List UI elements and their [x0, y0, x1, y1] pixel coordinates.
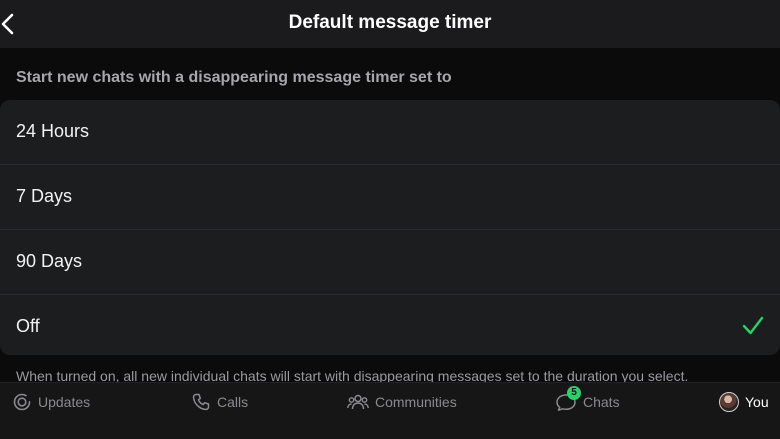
updates-icon: [13, 393, 31, 411]
tab-chats[interactable]: 5 Chats: [555, 386, 620, 413]
page-title: Default message timer: [288, 12, 492, 33]
section-label: Start new chats with a disappearing mess…: [16, 69, 452, 86]
option-90-days[interactable]: 90 Days: [0, 230, 780, 295]
option-7-days[interactable]: 7 Days: [0, 165, 780, 230]
phone-icon: [192, 393, 210, 411]
tab-you[interactable]: You: [719, 391, 769, 413]
tab-bar: Updates Calls Communities 5 Chats You: [0, 382, 780, 439]
tab-label: Updates: [38, 394, 91, 410]
people-icon: [347, 394, 369, 410]
option-label: Off: [16, 316, 40, 336]
tab-label: Calls: [217, 394, 249, 410]
option-label: 24 Hours: [16, 121, 90, 141]
tab-updates[interactable]: Updates: [12, 391, 90, 413]
tab-communities[interactable]: Communities: [347, 391, 457, 413]
option-off[interactable]: Off: [0, 295, 780, 357]
checkmark-icon: [742, 316, 764, 335]
tab-label: Communities: [375, 394, 457, 410]
option-label: 90 Days: [16, 251, 83, 271]
avatar: [719, 392, 739, 412]
tab-label: You: [745, 394, 769, 410]
timer-options-list: 24 Hours 7 Days 90 Days Off: [0, 100, 780, 355]
tab-calls[interactable]: Calls: [191, 391, 248, 413]
tab-label: Chats: [583, 394, 620, 410]
header-bar: Default message timer: [0, 0, 780, 48]
option-24-hours[interactable]: 24 Hours: [0, 100, 780, 165]
unread-badge: 5: [567, 386, 581, 400]
option-label: 7 Days: [16, 186, 73, 206]
